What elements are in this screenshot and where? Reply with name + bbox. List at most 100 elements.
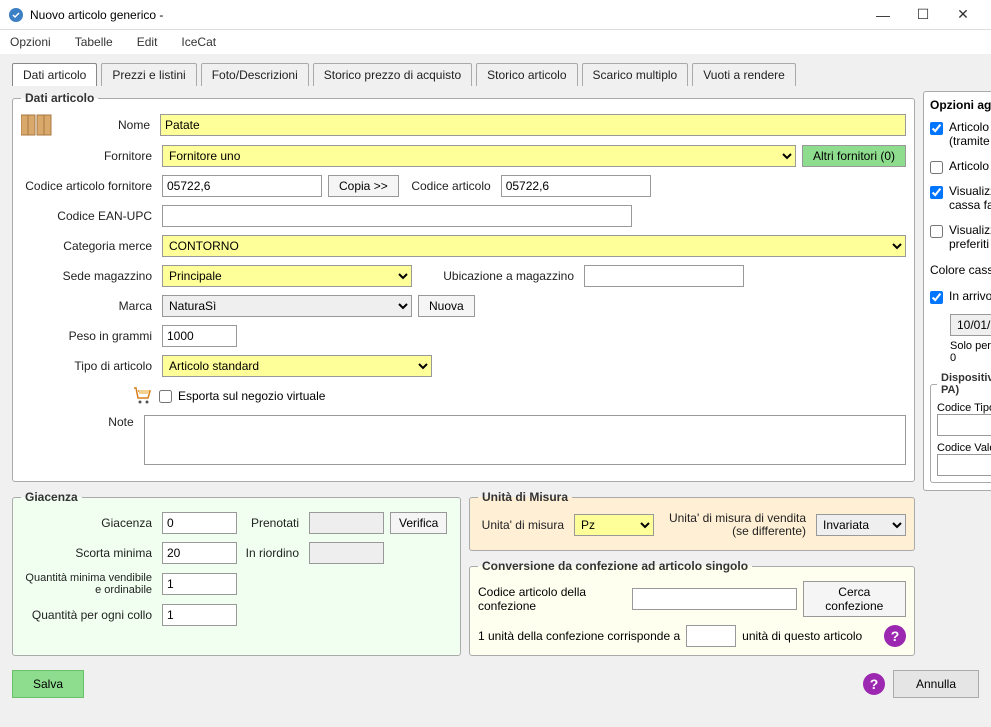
um-vendita-label: Unita' di misura di vendita (se differen… [660,512,810,538]
footer: Salva ? Annulla [0,664,991,704]
tab-prezzi[interactable]: Prezzi e listini [101,63,196,86]
tab-storico-prezzo[interactable]: Storico prezzo di acquisto [313,63,472,86]
maximize-button[interactable]: ☐ [903,0,943,30]
dati-articolo-fieldset: Dati articolo Nome Fornitore Fornitore u… [12,91,915,482]
categoria-select[interactable]: CONTORNO [162,235,906,257]
sede-select[interactable]: Principale [162,265,412,287]
cod-articolo-label: Codice articolo [405,179,495,193]
minimize-button[interactable]: — [863,0,903,30]
um-vendita-select[interactable]: Invariata [816,514,906,536]
qmin-input[interactable] [162,573,237,595]
tabbar: Dati articolo Prezzi e listini Foto/Desc… [0,54,991,85]
um-legend: Unità di Misura [478,490,572,504]
ubicazione-label: Ubicazione a magazzino [418,269,578,283]
help-icon[interactable]: ? [884,625,906,647]
nuova-marca-button[interactable]: Nuova [418,295,475,317]
salva-button[interactable]: Salva [12,670,84,698]
qcollo-input[interactable] [162,604,237,626]
cod-valore-input[interactable] [937,454,991,476]
ubicazione-input[interactable] [584,265,744,287]
cod-articolo-input[interactable] [501,175,651,197]
conv-legend: Conversione da confezione ad articolo si… [478,559,752,573]
copia-button[interactable]: Copia >> [328,175,399,197]
in-arrivo-label: In arrivo il [949,289,991,303]
solo-giac-label: Solo per giacenza uguale a 0 [950,340,991,364]
riordino-input [309,542,384,564]
note-textarea[interactable] [144,415,906,465]
scorta-label: Scorta minima [21,546,156,560]
um-label: Unita' di misura [478,518,568,532]
conv-cod-label: Codice articolo della confezione [478,585,626,613]
scorta-input[interactable] [162,542,237,564]
opz-legend: Opzioni aggiuntive [930,98,991,112]
conv-val-input[interactable] [686,625,736,647]
nome-label: Nome [59,118,154,132]
app-icon [8,7,24,23]
in-arrivo-checkbox[interactable] [930,291,943,304]
colore-label: Colore cassa facile [930,263,991,277]
um-fieldset: Unità di Misura Unita' di misura Pz Unit… [469,490,915,551]
prenotati-input [309,512,384,534]
menu-icecat[interactable]: IceCat [181,35,216,49]
fornitore-label: Fornitore [21,149,156,163]
riordinabile-checkbox[interactable] [930,122,943,135]
device-fieldset: Dispositivo medico (per PA) Codice Tipo … [930,372,991,483]
footer-help-icon[interactable]: ? [863,673,885,695]
opzioni-aggiuntive-box: Opzioni aggiuntive Articolo riordinabile… [923,91,991,491]
non-scontrinabile-label: Articolo non scontrinabile [949,159,991,173]
conv-line-post: unità di questo articolo [742,629,878,643]
peso-input[interactable] [162,325,237,347]
menubar: Opzioni Tabelle Edit IceCat [0,30,991,54]
cod-tipo-label: Codice Tipo [937,402,991,414]
window-title: Nuovo articolo generico - [30,8,863,22]
non-scontrinabile-checkbox[interactable] [930,161,943,174]
close-button[interactable]: ✕ [943,0,983,30]
vis-pref-checkbox[interactable] [930,225,943,238]
dati-articolo-legend: Dati articolo [21,91,98,105]
verifica-button[interactable]: Verifica [390,512,447,534]
altri-fornitori-button[interactable]: Altri fornitori (0) [802,145,906,167]
device-legend: Dispositivo medico (per PA) [937,372,991,396]
esporta-label: Esporta sul negozio virtuale [178,389,325,403]
cerca-confezione-button[interactable]: Cerca confezione [803,581,906,617]
conv-cod-input[interactable] [632,588,797,610]
tab-storico-articolo[interactable]: Storico articolo [476,63,577,86]
giacenza-input[interactable] [162,512,237,534]
riordino-label: In riordino [243,546,303,560]
marca-select[interactable]: NaturaSì [162,295,412,317]
menu-edit[interactable]: Edit [137,35,158,49]
cod-tipo-input[interactable] [937,414,991,436]
qmin-label: Quantità minima vendibile e ordinabile [21,572,156,596]
data-arrivo-select[interactable]: 10/01/2022 [950,314,991,336]
tab-foto[interactable]: Foto/Descrizioni [201,63,309,86]
menu-tabelle[interactable]: Tabelle [75,35,113,49]
ean-input[interactable] [162,205,632,227]
vis-pref-label: Visualizza l'articolo tra i preferiti ne… [949,223,991,252]
riordinabile-label: Articolo riordinabile (tramite Ordini Fo… [949,120,991,149]
categoria-label: Categoria merce [21,239,156,253]
marca-label: Marca [21,299,156,313]
conv-fieldset: Conversione da confezione ad articolo si… [469,559,915,656]
tipo-label: Tipo di articolo [21,359,156,373]
nome-input[interactable] [160,114,906,136]
annulla-button[interactable]: Annulla [893,670,979,698]
giacenza-fieldset: Giacenza Giacenza Prenotati Verifica Sco… [12,490,461,656]
esporta-checkbox[interactable] [159,390,172,403]
cod-art-forn-input[interactable] [162,175,322,197]
vis-cassa-label: Visualizza l'articolo nella cassa facile… [949,184,991,213]
vis-cassa-checkbox[interactable] [930,186,943,199]
fornitore-select[interactable]: Fornitore uno [162,145,796,167]
conv-line-pre: 1 unità della confezione corrisponde a [478,629,680,643]
sede-label: Sede magazzino [21,269,156,283]
product-icon [21,113,53,137]
menu-opzioni[interactable]: Opzioni [10,35,51,49]
peso-label: Peso in grammi [21,329,156,343]
tab-vuoti[interactable]: Vuoti a rendere [692,63,796,86]
giacenza-legend: Giacenza [21,490,82,504]
tipo-select[interactable]: Articolo standard [162,355,432,377]
tab-scarico[interactable]: Scarico multiplo [582,63,689,86]
tab-dati-articolo[interactable]: Dati articolo [12,63,97,86]
giacenza-label: Giacenza [21,516,156,530]
um-select[interactable]: Pz [574,514,654,536]
cart-icon [131,385,153,407]
